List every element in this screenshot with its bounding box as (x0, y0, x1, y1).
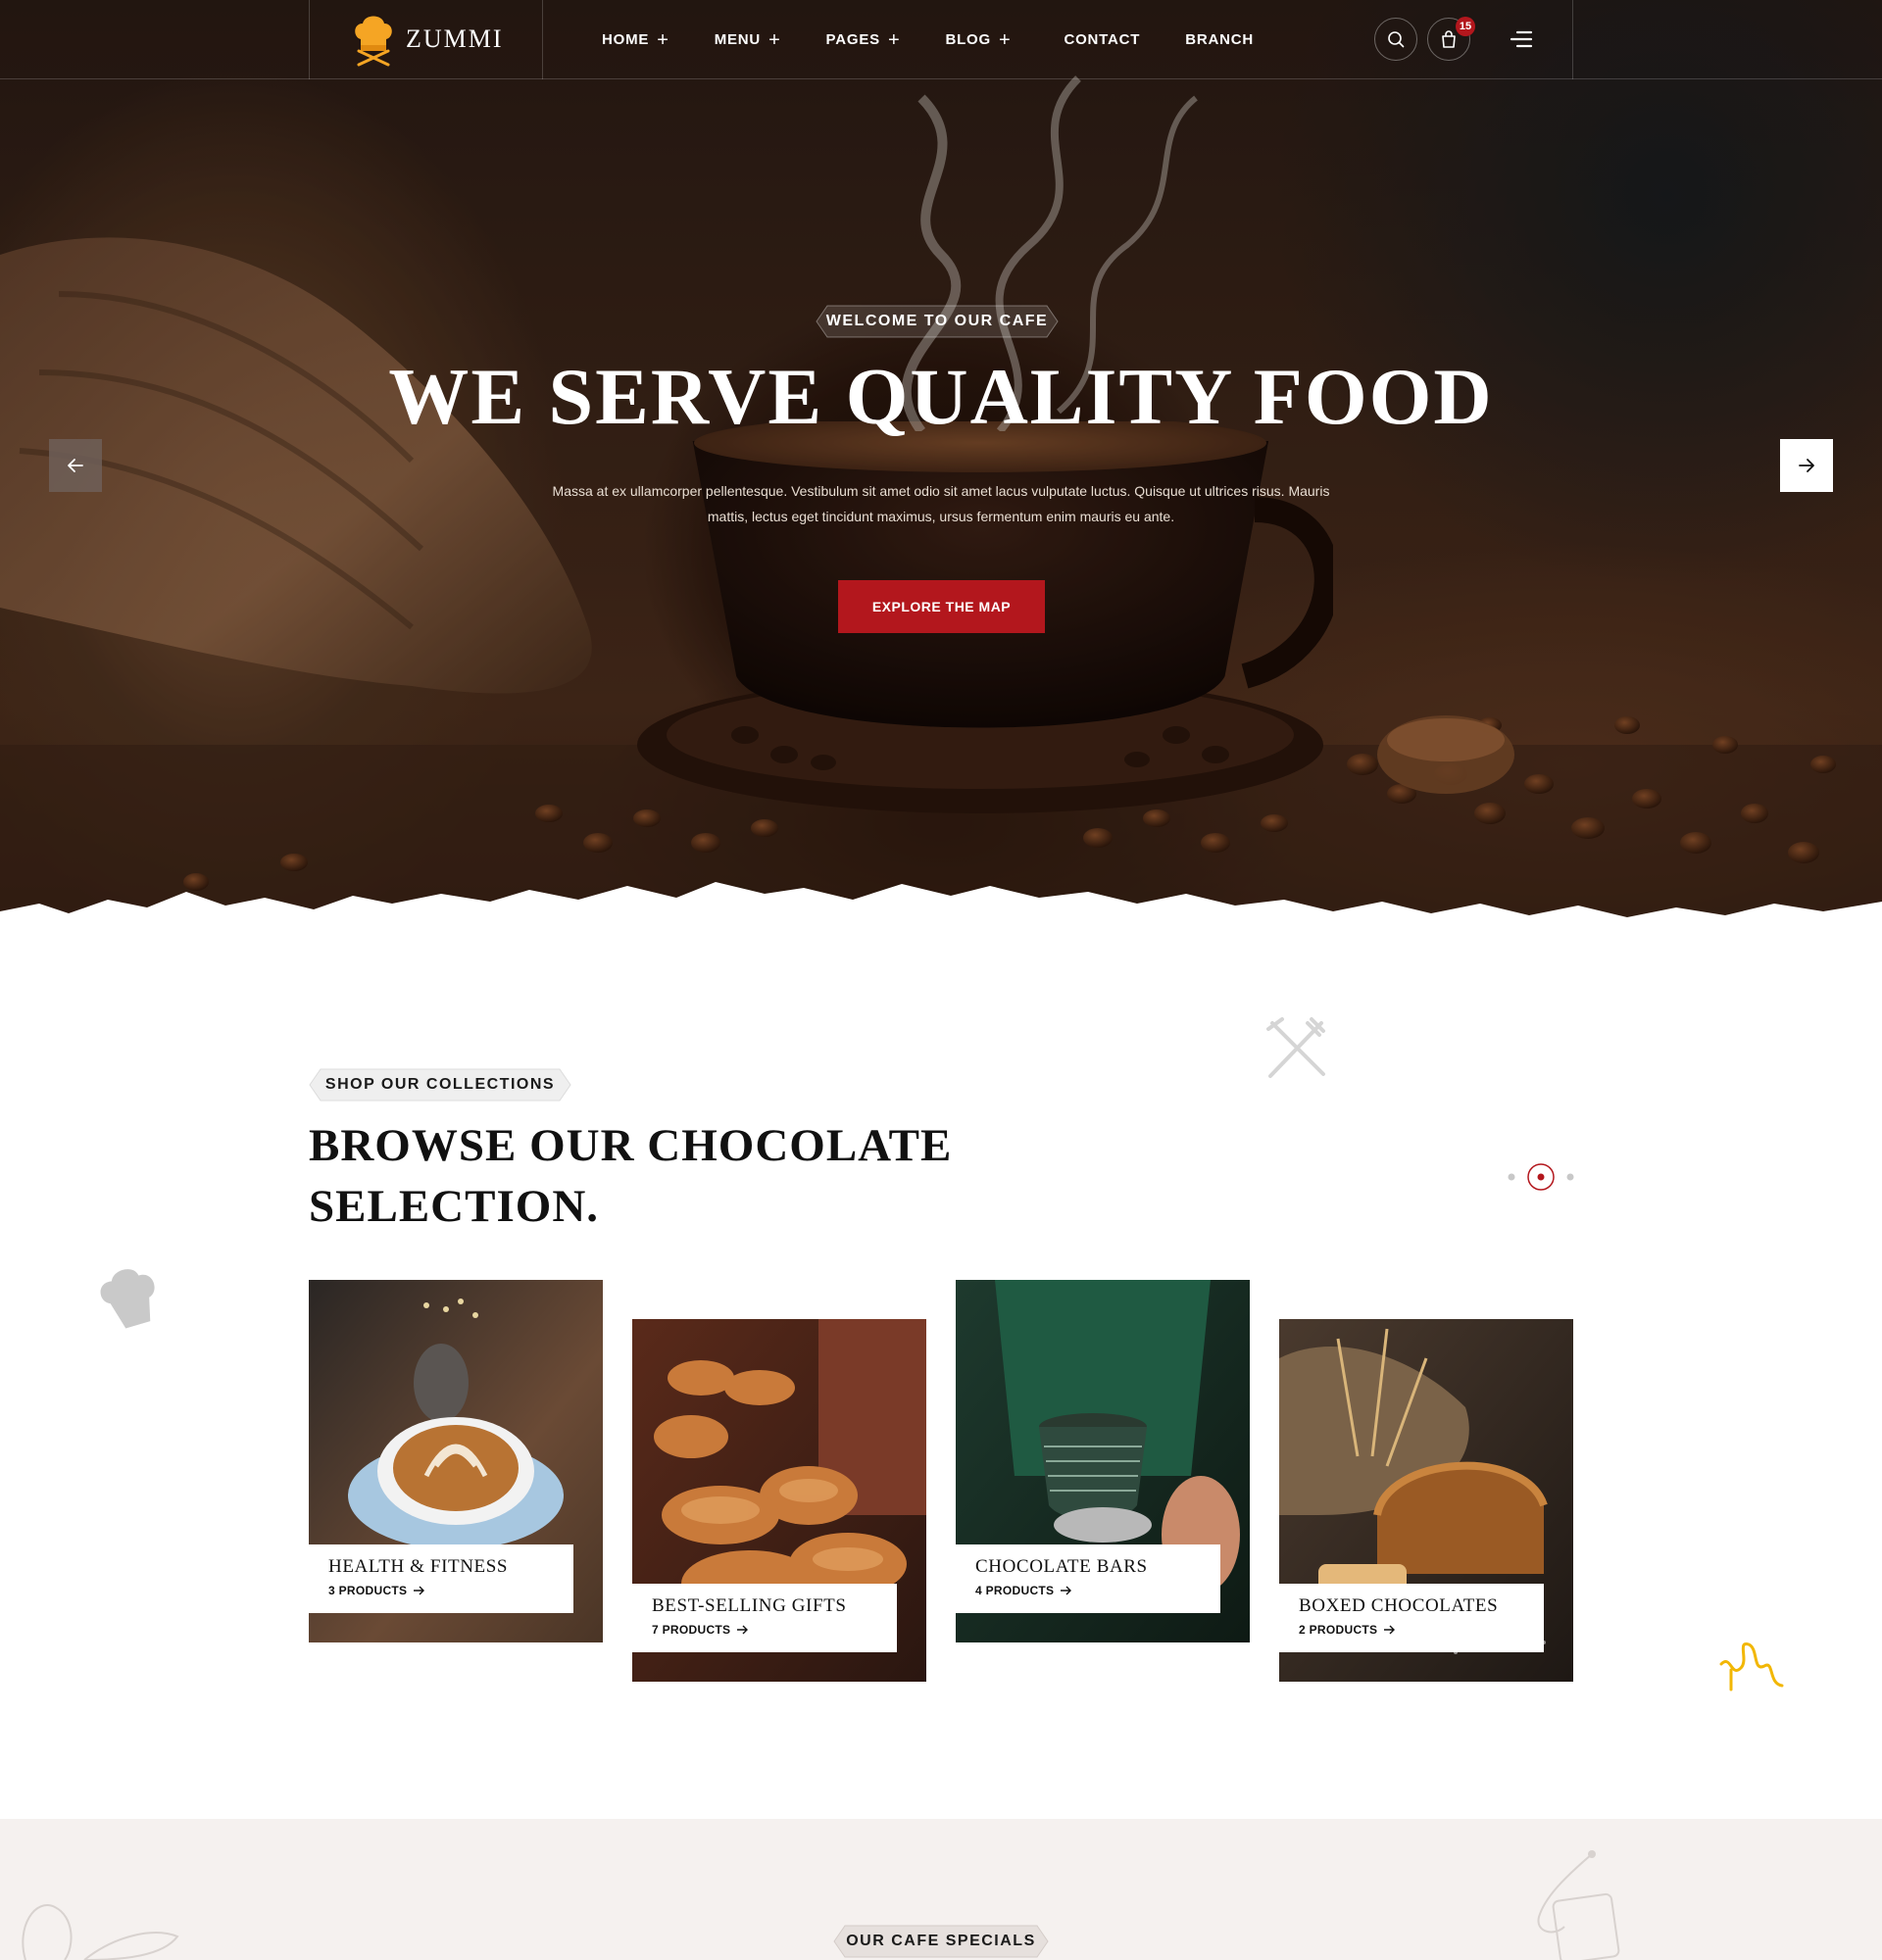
carousel-pagination (1508, 1163, 1574, 1191)
arrow-left-icon (68, 459, 83, 472)
nav-item-home[interactable]: HOME + (602, 30, 669, 50)
search-button[interactable] (1374, 18, 1417, 61)
slider-prev-button[interactable] (49, 439, 102, 492)
nav-item-blog[interactable]: BLOG + (945, 30, 1011, 50)
collection-card-label: CHOCOLATE BARS 4 PRODUCTS (956, 1544, 1220, 1613)
slider-next-button[interactable] (1780, 439, 1833, 492)
hero-tag-label: WELCOME TO OUR CAFE (825, 313, 1049, 329)
search-icon (1388, 31, 1405, 48)
nav-item-label: CONTACT (1064, 31, 1141, 48)
arrow-right-icon (414, 1586, 425, 1595)
hero-section: WELCOME TO OUR CAFE WE SERVE QUALITY FOO… (0, 0, 1882, 941)
nav-divider (542, 0, 543, 79)
plus-icon: + (887, 28, 901, 51)
tea-bag-decoration-icon (1537, 1850, 1620, 1960)
arrow-right-icon (1799, 459, 1814, 472)
specials-tag: OUR CAFE SPECIALS (833, 1925, 1049, 1958)
collection-card-title: BOXED CHOCOLATES (1299, 1595, 1499, 1616)
main-menu: HOME + MENU + PAGES + BLOG + CONTACT BRANCH (602, 0, 1299, 79)
cart-count-badge: 15 (1456, 17, 1475, 36)
torn-paper-edge (0, 882, 1882, 941)
pagination-dot[interactable] (1508, 1173, 1515, 1181)
chef-hat-logo-icon (355, 16, 392, 67)
collection-card-label: HEALTH & FITNESS 3 PRODUCTS (309, 1544, 573, 1613)
collection-card-label: BEST-SELLING GIFTS 7 PRODUCTS (632, 1584, 897, 1652)
arrow-right-icon (1061, 1586, 1072, 1595)
collection-card-label: BOXED CHOCOLATES 2 PRODUCTS (1279, 1584, 1544, 1652)
plus-icon: + (768, 28, 781, 51)
main-navbar: ZUMMI HOME + MENU + PAGES + BLOG + CONTACT B… (0, 0, 1882, 79)
collection-card-count: 2 PRODUCTS (1299, 1623, 1524, 1637)
specials-section: OUR CAFE SPECIALS (0, 1819, 1882, 1960)
pagination-dot[interactable] (1566, 1173, 1574, 1181)
fork-knife-icon (1266, 1017, 1325, 1078)
collection-card[interactable]: BEST-SELLING GIFTS 7 PRODUCTS (632, 1319, 926, 1682)
nav-item-label: BRANCH (1185, 31, 1255, 48)
plus-icon: + (657, 28, 669, 51)
collection-card[interactable]: CHOCOLATE BARS 4 PRODUCTS (956, 1280, 1250, 1642)
nav-item-contact[interactable]: CONTACT (1064, 31, 1140, 48)
nav-divider (309, 0, 310, 79)
collection-card-count: 7 PRODUCTS (652, 1623, 877, 1637)
menu-icon (1510, 30, 1533, 48)
explore-map-button[interactable]: EXPLORE THE MAP (838, 580, 1045, 633)
nav-item-pages[interactable]: PAGES + (826, 30, 901, 50)
collection-card-count-text: 4 PRODUCTS (975, 1584, 1055, 1597)
arrow-right-icon (737, 1625, 749, 1635)
collection-card[interactable]: BOXED CHOCOLATES 2 PRODUCTS (1279, 1319, 1573, 1682)
nav-item-label: PAGES (825, 31, 880, 48)
collections-tag: SHOP OUR COLLECTIONS (309, 1068, 571, 1102)
collections-tag-label: SHOP OUR COLLECTIONS (324, 1076, 556, 1093)
plus-icon: + (998, 28, 1012, 51)
chef-hat-icon (100, 1269, 155, 1329)
leaf-decoration-icon (22, 1904, 179, 1960)
arrow-right-icon (1384, 1625, 1396, 1635)
hero-description-line: mattis, lectus eget tincidunt maximus, u… (707, 509, 1175, 524)
collection-card-count-text: 3 PRODUCTS (328, 1584, 408, 1597)
collection-card-count-text: 7 PRODUCTS (652, 1623, 731, 1637)
collection-card-title: HEALTH & FITNESS (328, 1556, 509, 1577)
collection-card-count: 3 PRODUCTS (328, 1584, 554, 1597)
collection-card-title: BEST-SELLING GIFTS (652, 1595, 847, 1616)
hero-description-line: Massa at ex ullamcorper pellentesque. Ve… (552, 483, 1330, 499)
cart-button[interactable]: 15 (1427, 17, 1475, 61)
hero-title: WE SERVE QUALITY FOOD (388, 352, 1494, 441)
squiggle-decoration-icon (1719, 1642, 1784, 1691)
collection-card-count: 4 PRODUCTS (975, 1584, 1201, 1597)
specials-tag-label: OUR CAFE SPECIALS (846, 1933, 1036, 1949)
nav-item-branch[interactable]: BRANCH (1185, 31, 1254, 48)
shopping-bag-icon (1442, 30, 1456, 48)
hero-description: Massa at ex ullamcorper pellentesque. Ve… (539, 478, 1343, 529)
pagination-dot-active-center (1537, 1173, 1545, 1181)
collection-card[interactable]: HEALTH & FITNESS 3 PRODUCTS (309, 1280, 603, 1642)
nav-item-label: BLOG (945, 31, 991, 48)
collection-card-title: CHOCOLATE BARS (975, 1556, 1148, 1577)
collections-title: BROWSE OUR CHOCOLATE SELECTION. (309, 1120, 953, 1232)
nav-item-label: MENU (714, 31, 762, 48)
nav-item-label: HOME (602, 31, 650, 48)
hero-overlay (0, 0, 1882, 941)
collection-card-count-text: 2 PRODUCTS (1299, 1623, 1378, 1637)
menu-toggle-button[interactable] (1510, 27, 1533, 51)
hero-tag: WELCOME TO OUR CAFE (816, 305, 1059, 338)
brand-logo[interactable]: ZUMMI (353, 12, 504, 67)
nav-item-menu[interactable]: MENU + (715, 30, 781, 50)
nav-divider (1572, 0, 1573, 79)
brand-name: ZUMMI (406, 24, 504, 53)
